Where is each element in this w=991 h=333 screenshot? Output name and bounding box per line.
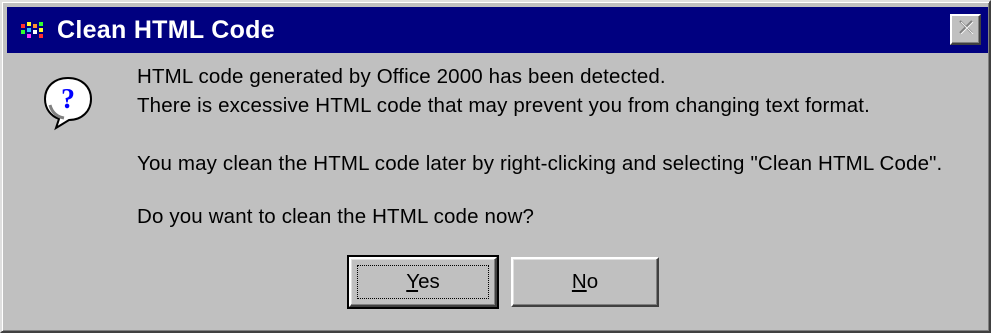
svg-text:?: ?	[61, 84, 75, 115]
window-title: Clean HTML Code	[57, 15, 275, 44]
no-button-label: No	[571, 270, 599, 293]
message-line-4: Do you want to clean the HTML code now?	[137, 205, 535, 228]
yes-button-label: Yes	[406, 270, 440, 293]
question-icon: ?	[42, 75, 94, 131]
message-line-2: There is excessive HTML code that may pr…	[137, 94, 871, 117]
close-button[interactable]	[950, 14, 981, 45]
message-line-1: HTML code generated by Office 2000 has b…	[137, 65, 666, 88]
message-line-3: You may clean the HTML code later by rig…	[137, 152, 943, 175]
yes-button[interactable]: Yes	[347, 255, 499, 309]
no-button[interactable]: No	[511, 257, 659, 307]
close-icon	[958, 20, 974, 39]
title-bar[interactable]: Clean HTML Code	[7, 7, 988, 53]
app-logo-icon	[19, 15, 49, 45]
clean-html-dialog: Clean HTML Code ? HTML code generated by…	[0, 0, 991, 333]
